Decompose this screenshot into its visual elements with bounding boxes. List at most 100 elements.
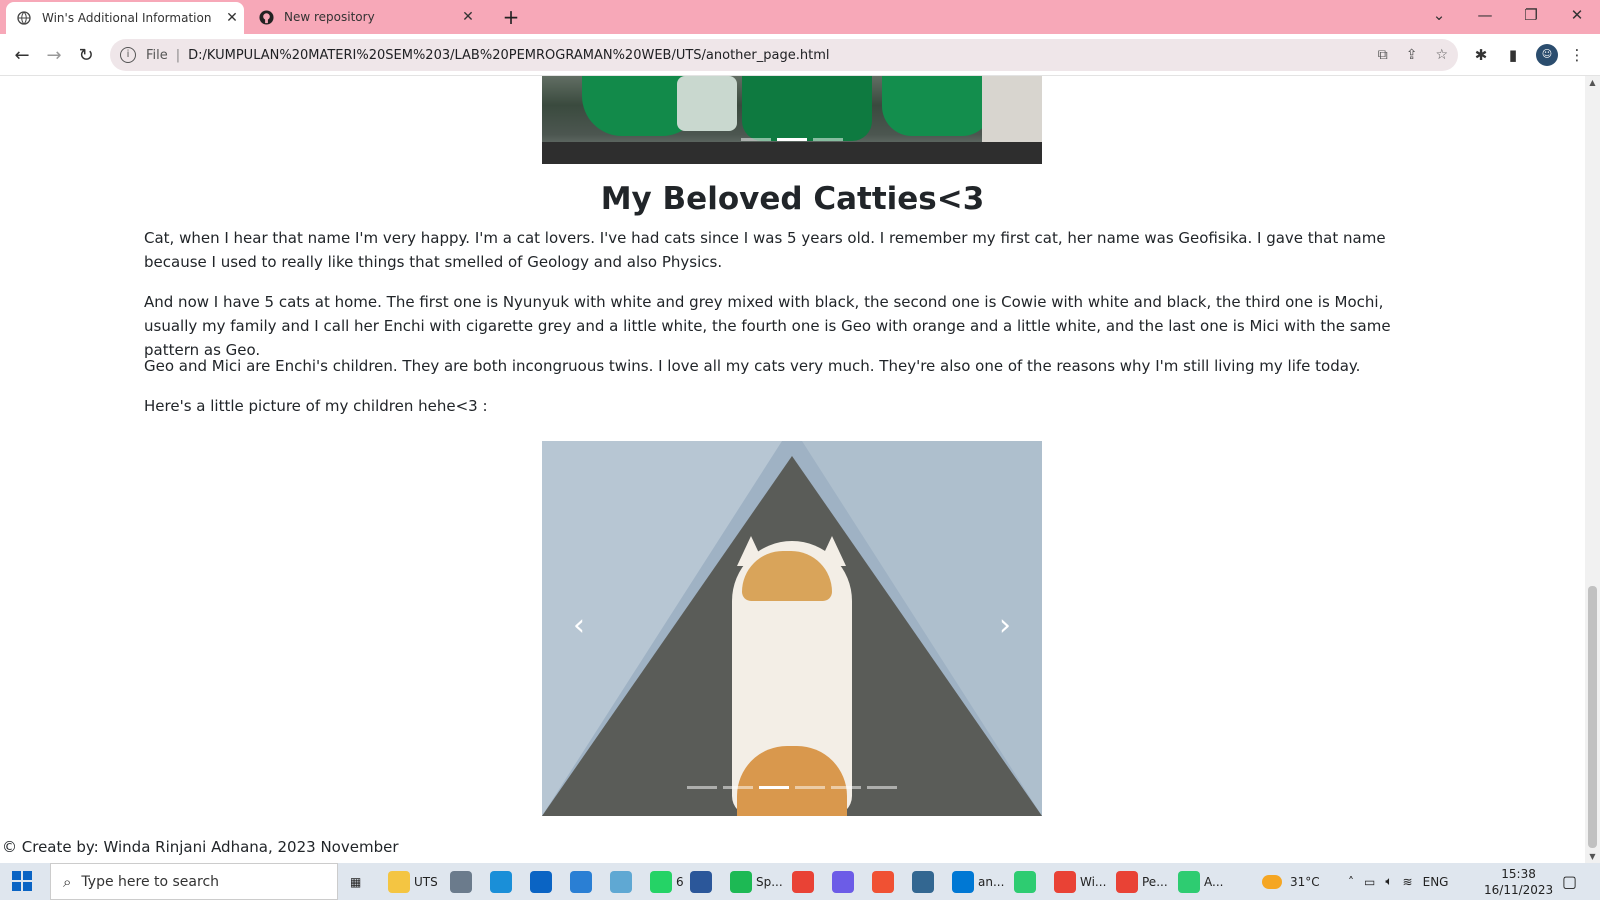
close-tab-icon[interactable]: ✕: [456, 9, 480, 25]
forward-icon[interactable]: →: [40, 42, 68, 70]
wifi-icon[interactable]: ≋: [1403, 875, 1413, 889]
tab-strip: Win's Additional Information ✕ New repos…: [0, 0, 1600, 34]
tab-title: Win's Additional Information: [42, 11, 212, 25]
close-window-icon[interactable]: ✕: [1554, 0, 1600, 32]
info-icon[interactable]: i: [120, 47, 136, 63]
clock-time: 15:38: [1501, 866, 1536, 881]
taskbar-app[interactable]: an...: [952, 869, 1004, 895]
spotify-icon: [730, 871, 752, 893]
footer-credit: © Create by: Winda Rinjani Adhana, 2023 …: [2, 838, 399, 856]
address-bar[interactable]: i File | D:/KUMPULAN%20MATERI%20SEM%203/…: [110, 39, 1458, 71]
tab-title: New repository: [284, 10, 375, 24]
top-carousel[interactable]: [542, 76, 1042, 164]
task-view-icon[interactable]: ▦: [350, 869, 361, 895]
taskbar-app-label: an...: [978, 875, 1005, 889]
menu-icon[interactable]: ⋮: [1566, 44, 1588, 66]
scroll-thumb[interactable]: [1588, 586, 1597, 848]
photo-shape: [742, 76, 872, 141]
system-tray: ˄ ▭ 🔈︎ ≋ ENG: [1348, 863, 1448, 900]
cats-carousel[interactable]: ‹ ›: [542, 441, 1042, 816]
chrome-icon: [1116, 871, 1138, 893]
camera-icon: [450, 871, 472, 893]
language-indicator[interactable]: ENG: [1423, 875, 1449, 889]
bookmark-star-icon[interactable]: ☆: [1435, 47, 1448, 63]
taskbar-app[interactable]: [872, 869, 898, 895]
taskbar-app[interactable]: [610, 869, 636, 895]
page-title: My Beloved Catties<3: [600, 181, 985, 217]
edge-icon: [490, 871, 512, 893]
photo-shape: [818, 536, 846, 566]
taskbar-app[interactable]: [792, 869, 818, 895]
weather-icon: [1262, 874, 1282, 889]
paragraph: Geo and Mici are Enchi's children. They …: [144, 357, 1361, 375]
taskbar-app[interactable]: [570, 869, 596, 895]
restore-icon[interactable]: ❐: [1508, 0, 1554, 32]
omnibox-actions: ⧉ ⇪ ☆: [1378, 47, 1448, 63]
carousel-indicator[interactable]: [741, 138, 771, 141]
tab-search-icon[interactable]: ⌄: [1416, 0, 1462, 32]
volume-icon[interactable]: 🔈︎: [1385, 874, 1392, 889]
scheme-label: File: [146, 47, 168, 63]
scroll-up-icon[interactable]: ▲: [1587, 78, 1598, 87]
battery-icon[interactable]: ▭: [1364, 875, 1375, 889]
taskbar-app[interactable]: [450, 869, 476, 895]
carousel-indicators: [542, 138, 1042, 141]
taskbar-app[interactable]: [530, 869, 556, 895]
notifications-icon[interactable]: ▢: [1562, 863, 1577, 900]
translate-icon[interactable]: ⧉: [1378, 47, 1388, 63]
github-icon: [258, 9, 274, 25]
reload-icon[interactable]: ↻: [72, 42, 100, 70]
close-tab-icon[interactable]: ✕: [220, 10, 244, 26]
clock-date: 16/11/2023: [1484, 882, 1554, 897]
taskbar-app[interactable]: Sp...: [730, 869, 783, 895]
word-icon: [690, 871, 712, 893]
taskbar-app[interactable]: A...: [1178, 869, 1223, 895]
back-icon[interactable]: ←: [8, 42, 36, 70]
carousel-indicator[interactable]: [777, 138, 807, 141]
scroll-down-icon[interactable]: ▼: [1587, 852, 1598, 861]
weather-temp: 31°C: [1290, 874, 1320, 889]
chrome-icon: [792, 871, 814, 893]
mail-icon: [530, 871, 552, 893]
new-tab-button[interactable]: +: [498, 4, 524, 30]
carousel-prev-icon[interactable]: ‹: [564, 606, 594, 646]
carousel-indicator[interactable]: [723, 786, 753, 789]
clock[interactable]: 15:38 16/11/2023: [1484, 863, 1553, 900]
taskbar-search-input[interactable]: ⌕ Type here to search: [50, 863, 338, 900]
tab-new-repository[interactable]: New repository ✕: [248, 0, 480, 34]
carousel-indicator[interactable]: [687, 786, 717, 789]
taskbar-app-label: Pe...: [1142, 875, 1168, 889]
extensions-icon[interactable]: ✱: [1470, 44, 1492, 66]
taskbar-app[interactable]: Wi...: [1054, 869, 1106, 895]
taskbar-app[interactable]: Pe...: [1116, 869, 1168, 895]
taskbar-app[interactable]: [1014, 869, 1040, 895]
minimize-icon[interactable]: —: [1462, 0, 1508, 32]
vscode-icon: [952, 871, 974, 893]
profile-avatar[interactable]: ☺: [1536, 44, 1558, 66]
carousel-indicator[interactable]: [813, 138, 843, 141]
taskbar-app[interactable]: UTS: [388, 869, 438, 895]
photo-shape: [882, 76, 992, 136]
taskbar-app[interactable]: 6: [650, 869, 684, 895]
tab-win-info[interactable]: Win's Additional Information ✕: [6, 2, 244, 34]
side-panel-icon[interactable]: ▮: [1502, 44, 1524, 66]
taskbar-app[interactable]: [690, 869, 716, 895]
weather-widget[interactable]: 31°C: [1262, 863, 1320, 900]
store-icon: [570, 871, 592, 893]
carousel-indicator[interactable]: [795, 786, 825, 789]
whatsapp-icon: [650, 871, 672, 893]
taskbar-app[interactable]: [912, 869, 938, 895]
share-icon[interactable]: ⇪: [1406, 47, 1418, 63]
carousel-indicator[interactable]: [867, 786, 897, 789]
carousel-next-icon[interactable]: ›: [990, 606, 1020, 646]
taskbar-app[interactable]: [490, 869, 516, 895]
taskbar: ⌕ Type here to search ▦ UTS 6 Sp... an... Wi…: [0, 863, 1600, 900]
carousel-indicator[interactable]: [831, 786, 861, 789]
search-placeholder: Type here to search: [81, 873, 220, 890]
chevron-up-icon[interactable]: ˄: [1348, 875, 1354, 889]
url-text: D:/KUMPULAN%20MATERI%20SEM%203/LAB%20PEM…: [188, 47, 830, 63]
carousel-indicator[interactable]: [759, 786, 789, 789]
page-scrollbar[interactable]: ▲ ▼: [1585, 76, 1600, 863]
windows-start-icon[interactable]: [12, 871, 34, 893]
taskbar-app[interactable]: [832, 869, 858, 895]
